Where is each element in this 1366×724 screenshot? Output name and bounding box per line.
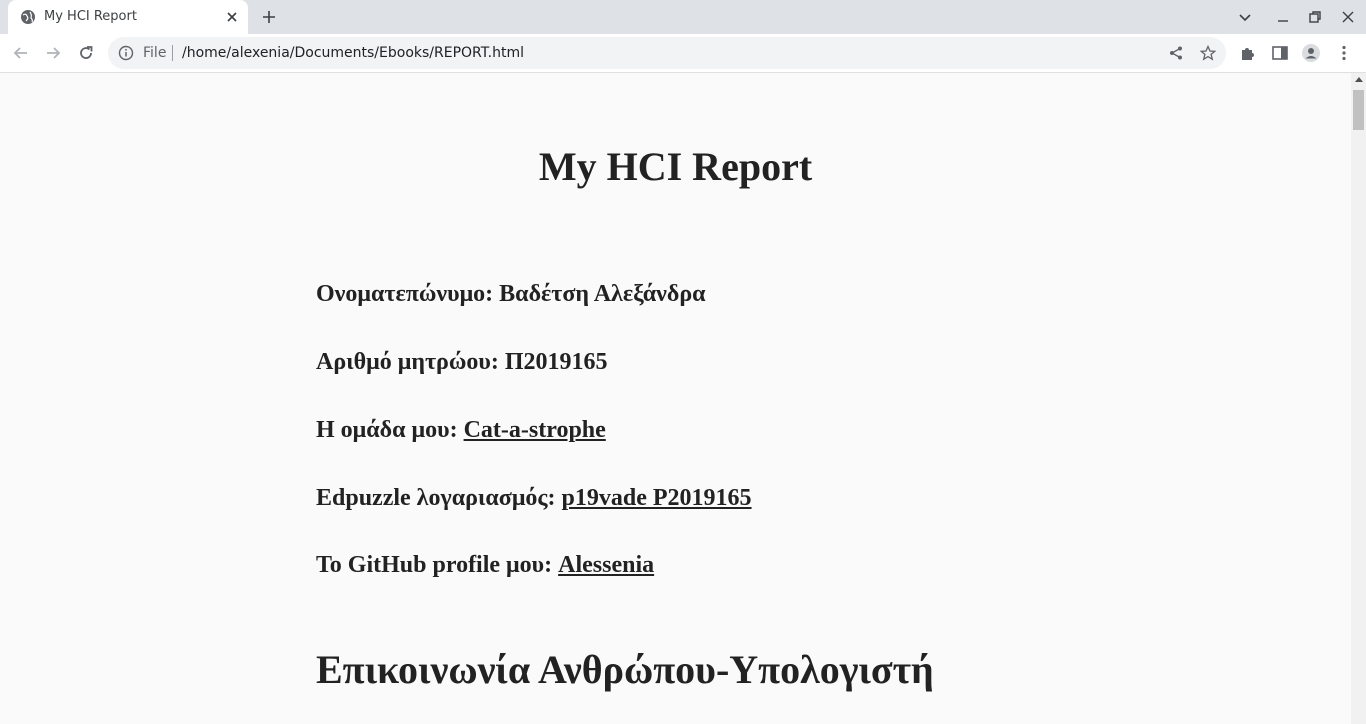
tab-search-chevron-icon[interactable]	[1236, 8, 1254, 26]
student-id-line: Αριθμό μητρώου: Π2019165	[316, 349, 608, 376]
scroll-up-arrow-icon[interactable]	[1355, 77, 1363, 82]
site-info-icon[interactable]	[118, 45, 134, 61]
page-content: My HCI Report Ονοματεπώνυμο: Βαδέτση Αλε…	[0, 73, 1351, 724]
close-tab-icon[interactable]	[224, 9, 240, 25]
profile-avatar-icon[interactable]	[1301, 43, 1321, 63]
full-name-line: Ονοματεπώνυμο: Βαδέτση Αλεξάνδρα	[316, 281, 706, 308]
page-title: My HCI Report	[538, 144, 813, 189]
side-panel-icon[interactable]	[1270, 43, 1290, 63]
browser-toolbar: File /home/alexenia/Documents/Ebooks/REP…	[0, 34, 1366, 73]
forward-arrow-icon[interactable]	[43, 43, 63, 63]
omnibox-divider	[172, 45, 173, 61]
new-tab-plus-icon[interactable]	[261, 9, 277, 25]
close-window-icon[interactable]	[1339, 8, 1357, 26]
edpuzzle-line: Edpuzzle λογαριασμός: p19vade P2019165	[316, 485, 752, 512]
student-id-text: Αριθμό μητρώου: Π2019165	[316, 349, 608, 375]
scroll-thumb[interactable]	[1353, 90, 1364, 130]
team-link[interactable]: Cat-a-strophe	[464, 417, 606, 443]
full-name-text: Ονοματεπώνυμο: Βαδέτση Αλεξάνδρα	[316, 281, 706, 307]
github-label: To GitHub profile μου:	[316, 552, 559, 578]
restore-icon[interactable]	[1306, 8, 1324, 26]
bookmark-star-icon[interactable]	[1200, 45, 1216, 61]
back-arrow-icon[interactable]	[11, 43, 31, 63]
edpuzzle-label: Edpuzzle λογαριασμός:	[316, 485, 562, 511]
tab-title: My HCI Report	[44, 9, 137, 24]
team-label: Η ομάδα μου:	[316, 417, 464, 443]
globe-icon	[21, 10, 35, 24]
tab-strip: My HCI Report	[0, 0, 1366, 34]
section-heading: Επικοινωνία Ανθρώπου-Υπολογιστή	[316, 647, 934, 692]
url-text[interactable]: /home/alexenia/Documents/Ebooks/REPORT.h…	[182, 45, 524, 61]
github-line: To GitHub profile μου: Alessenia	[316, 552, 654, 579]
team-line: Η ομάδα μου: Cat-a-strophe	[316, 417, 606, 444]
minimize-icon[interactable]	[1274, 8, 1292, 26]
kebab-menu-icon[interactable]	[1334, 43, 1354, 63]
extensions-puzzle-icon[interactable]	[1238, 43, 1258, 63]
url-scheme-label: File	[143, 45, 167, 61]
address-bar[interactable]: File /home/alexenia/Documents/Ebooks/REP…	[108, 37, 1226, 69]
share-icon[interactable]	[1168, 45, 1184, 61]
tab-my-hci-report[interactable]: My HCI Report	[8, 0, 248, 34]
reload-icon[interactable]	[76, 43, 96, 63]
vertical-scrollbar[interactable]	[1351, 73, 1366, 724]
edpuzzle-link[interactable]: p19vade P2019165	[562, 485, 752, 511]
github-link[interactable]: Alessenia	[558, 552, 654, 578]
